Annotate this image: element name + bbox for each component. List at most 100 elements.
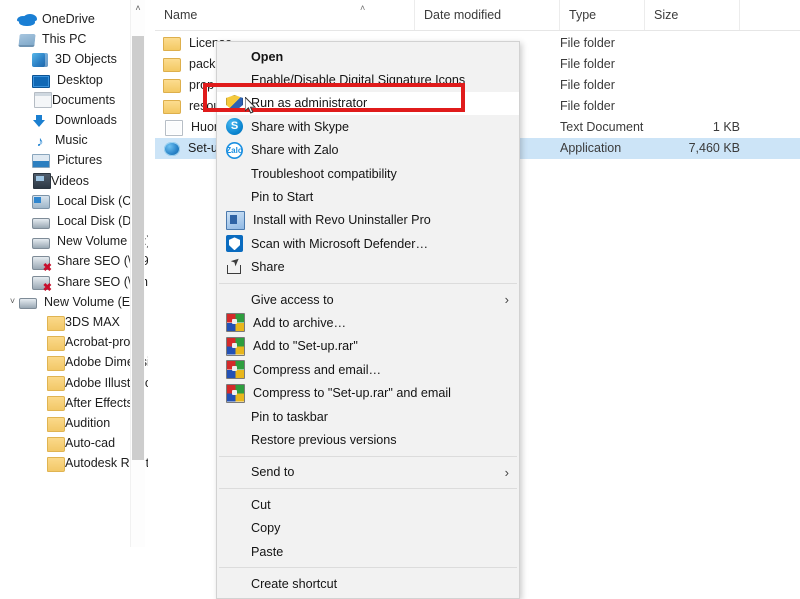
folder-icon (47, 315, 65, 331)
nav-item-label: 3DS MAX (65, 315, 120, 330)
hard-disk-icon (32, 237, 50, 249)
column-header-date-modified[interactable]: Date modified (415, 0, 560, 30)
folder-icon (163, 100, 181, 114)
menu-item-share-with-skype[interactable]: S Share with Skype (217, 115, 519, 138)
nav-item-pictures[interactable]: Pictures (0, 150, 148, 170)
nav-item-this-pc[interactable]: This PC (0, 29, 148, 49)
column-header-name[interactable]: Name (155, 0, 415, 30)
scroll-up-arrow-icon[interactable]: ˄ (131, 0, 145, 16)
column-header-row[interactable]: ˄ Name Date modified Type Size (155, 0, 800, 31)
nav-item-acrobat-pro[interactable]: Acrobat-pro (0, 332, 148, 352)
nav-item-videos[interactable]: Videos (0, 171, 148, 191)
pictures-icon (32, 154, 50, 169)
menu-item-label: Add to archive… (253, 315, 347, 330)
file-size-cell: 1 KB (712, 120, 740, 134)
menu-item-share-with-zalo[interactable]: Zalo Share with Zalo (217, 139, 519, 162)
nav-item-local-disk-c[interactable]: Local Disk (C:) (0, 191, 148, 211)
menu-item-label: Enable/Disable Digital Signature Icons (251, 73, 466, 88)
menu-item-paste[interactable]: Paste (217, 540, 519, 563)
menu-item-compress-to-set-up-rar-and-email[interactable]: Compress to "Set-up.rar" and email (217, 381, 519, 404)
file-type-cell: File folder (560, 78, 615, 92)
nav-item-music[interactable]: ♪ Music (0, 130, 148, 150)
nav-item-label: OneDrive (42, 12, 95, 27)
menu-item-restore-previous-versions[interactable]: Restore previous versions (217, 428, 519, 451)
menu-item-label: Share with Skype (251, 119, 350, 134)
menu-separator (219, 455, 517, 457)
menu-item-install-with-revo-uninstaller-pro[interactable]: Install with Revo Uninstaller Pro (217, 209, 519, 232)
menu-item-add-to-set-up-rar[interactable]: Add to "Set-up.rar" (217, 335, 519, 358)
winrar-icon (226, 313, 245, 333)
menu-item-run-as-administrator[interactable]: Run as administrator (217, 91, 519, 116)
submenu-arrow-icon: › (504, 464, 509, 480)
folder-icon (47, 335, 65, 351)
zalo-icon: Zalo (226, 141, 243, 159)
navigation-pane[interactable]: OneDrive This PC 3D Objects Desktop Document… (0, 0, 148, 547)
revo-icon (226, 210, 245, 230)
menu-item-no-icon (226, 165, 243, 182)
menu-item-pin-to-start[interactable]: Pin to Start (217, 185, 519, 208)
skype-icon: S (226, 118, 243, 136)
menu-item-no-icon (226, 408, 243, 425)
menu-item-label: Send to (251, 465, 295, 480)
nav-item-documents[interactable]: Documents (0, 90, 148, 110)
nav-item-new-volume-e[interactable]: ˅ New Volume (E:) (0, 292, 148, 312)
chevron-down-icon[interactable]: ˅ (6, 297, 19, 306)
file-size-cell (645, 96, 740, 117)
nav-item-after-effects[interactable]: After Effects (0, 393, 148, 413)
desktop-icon (32, 74, 50, 88)
nav-item-audition[interactable]: Audition (0, 413, 148, 433)
nav-item-adobe-illustrator[interactable]: Adobe Illustrator (0, 373, 148, 393)
column-header-type[interactable]: Type (560, 0, 645, 30)
scrollbar-thumb[interactable] (132, 36, 144, 460)
menu-item-label: Copy (251, 521, 281, 536)
menu-item-label: Pin to Start (251, 190, 314, 205)
menu-item-give-access-to[interactable]: Give access to › (217, 288, 519, 311)
nav-item-3ds-max[interactable]: 3DS MAX (0, 312, 148, 332)
menu-item-add-to-archive[interactable]: Add to archive… (217, 311, 519, 334)
nav-item-onedrive[interactable]: OneDrive (0, 9, 148, 29)
file-size-cell (645, 54, 740, 75)
winrar-icon (226, 360, 245, 380)
nav-item-new-volume-e[interactable]: New Volume (E:) (0, 231, 148, 251)
menu-item-share[interactable]: Share (217, 256, 519, 279)
menu-item-enable-disable-digital-signature-icons[interactable]: Enable/Disable Digital Signature Icons (217, 68, 519, 91)
nav-item-label: New Volume (E:) (44, 294, 138, 309)
menu-item-label: Compress and email… (253, 362, 382, 377)
nav-item-desktop[interactable]: Desktop (0, 70, 148, 90)
text-document-icon (165, 119, 183, 136)
nav-item-share-seo-kha[interactable]: Share SEO (\\kha (0, 272, 148, 293)
menu-item-send-to[interactable]: Send to › (217, 461, 519, 484)
menu-item-scan-with-microsoft-defender[interactable]: Scan with Microsoft Defender… (217, 232, 519, 255)
file-name-label: prop (189, 78, 215, 92)
folder-icon (47, 416, 65, 432)
file-type-cell: Application (560, 141, 622, 155)
menu-item-troubleshoot-compatibility[interactable]: Troubleshoot compatibility (217, 162, 519, 185)
menu-item-no-icon (226, 72, 243, 89)
menu-item-open[interactable]: Open (217, 45, 519, 68)
nav-item-adobe-dimensic[interactable]: Adobe Dimensic (0, 352, 148, 372)
3d-objects-icon (32, 52, 48, 67)
menu-item-cut[interactable]: Cut (217, 493, 519, 516)
nav-item-auto-cad[interactable]: Auto-cad (0, 433, 148, 453)
nav-item-share-seo-192[interactable]: Share SEO (\\192 (0, 251, 148, 273)
menu-item-pin-to-taskbar[interactable]: Pin to taskbar (217, 405, 519, 428)
file-name-cell[interactable]: prop (163, 75, 214, 96)
nav-item-3d-objects[interactable]: 3D Objects (0, 49, 148, 69)
nav-item-autodesk-revit[interactable]: Autodesk Revit (0, 453, 148, 473)
folder-icon (47, 376, 65, 392)
menu-item-compress-and-email[interactable]: Compress and email… (217, 358, 519, 381)
context-menu[interactable]: Open Enable/Disable Digital Signature Ico… (216, 41, 520, 599)
nav-item-downloads[interactable]: Downloads (0, 110, 148, 130)
nav-pane-scrollbar[interactable]: ˄ (130, 0, 145, 547)
menu-item-create-shortcut[interactable]: Create shortcut (217, 572, 519, 595)
menu-item-no-icon (226, 496, 243, 513)
file-type-cell: Text Document (560, 120, 644, 134)
menu-item-no-icon (226, 575, 243, 592)
menu-item-copy[interactable]: Copy (217, 516, 519, 539)
menu-item-label: Restore previous versions (251, 432, 397, 447)
menu-item-no-icon (226, 464, 243, 481)
nav-item-local-disk-d[interactable]: Local Disk (D:) (0, 211, 148, 231)
column-header-size[interactable]: Size (645, 0, 740, 30)
network-drive-icon (32, 276, 52, 293)
this-pc-icon (18, 34, 36, 48)
